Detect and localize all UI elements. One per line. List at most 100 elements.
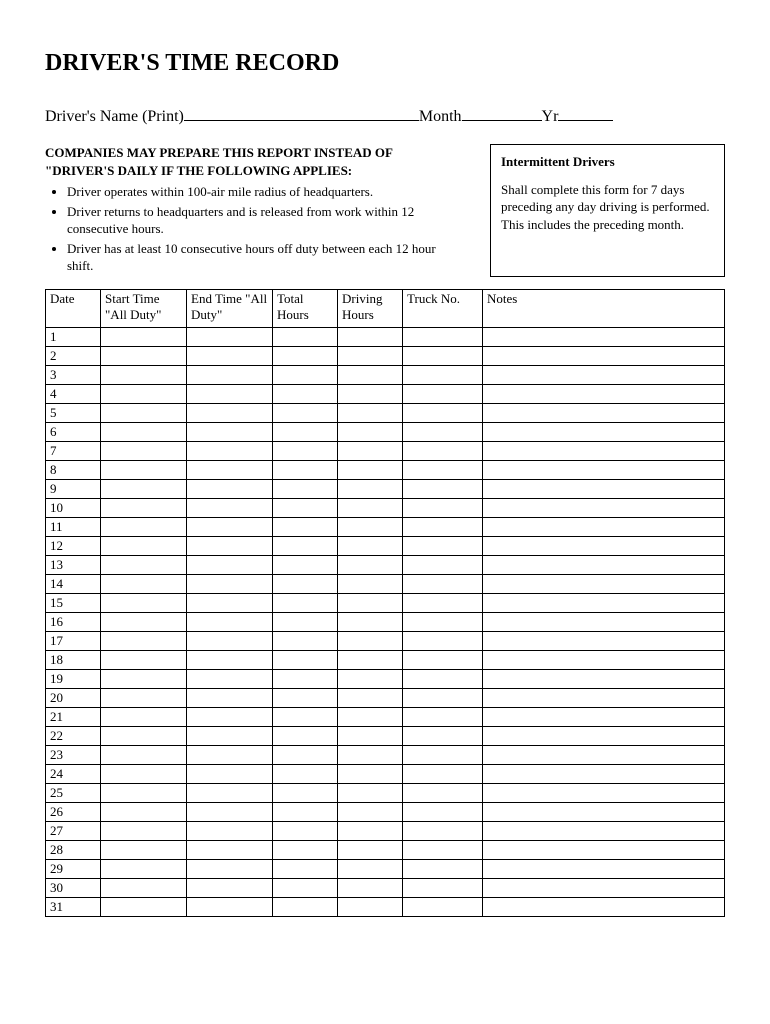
- data-cell[interactable]: [403, 574, 483, 593]
- data-cell[interactable]: [338, 631, 403, 650]
- data-cell[interactable]: [187, 840, 273, 859]
- data-cell[interactable]: [101, 650, 187, 669]
- data-cell[interactable]: [273, 821, 338, 840]
- data-cell[interactable]: [483, 650, 725, 669]
- data-cell[interactable]: [187, 688, 273, 707]
- name-input[interactable]: [184, 105, 419, 121]
- date-cell[interactable]: 5: [46, 403, 101, 422]
- data-cell[interactable]: [187, 365, 273, 384]
- data-cell[interactable]: [483, 460, 725, 479]
- data-cell[interactable]: [338, 441, 403, 460]
- data-cell[interactable]: [403, 536, 483, 555]
- data-cell[interactable]: [187, 802, 273, 821]
- data-cell[interactable]: [101, 631, 187, 650]
- data-cell[interactable]: [101, 441, 187, 460]
- data-cell[interactable]: [403, 593, 483, 612]
- data-cell[interactable]: [403, 878, 483, 897]
- data-cell[interactable]: [273, 346, 338, 365]
- date-cell[interactable]: 14: [46, 574, 101, 593]
- data-cell[interactable]: [403, 422, 483, 441]
- data-cell[interactable]: [273, 783, 338, 802]
- data-cell[interactable]: [273, 479, 338, 498]
- data-cell[interactable]: [273, 878, 338, 897]
- data-cell[interactable]: [483, 422, 725, 441]
- data-cell[interactable]: [187, 479, 273, 498]
- date-cell[interactable]: 22: [46, 726, 101, 745]
- date-cell[interactable]: 30: [46, 878, 101, 897]
- data-cell[interactable]: [187, 460, 273, 479]
- data-cell[interactable]: [273, 840, 338, 859]
- data-cell[interactable]: [273, 688, 338, 707]
- data-cell[interactable]: [338, 517, 403, 536]
- data-cell[interactable]: [187, 669, 273, 688]
- data-cell[interactable]: [187, 726, 273, 745]
- data-cell[interactable]: [483, 726, 725, 745]
- date-cell[interactable]: 1: [46, 327, 101, 346]
- data-cell[interactable]: [101, 669, 187, 688]
- date-cell[interactable]: 28: [46, 840, 101, 859]
- data-cell[interactable]: [187, 517, 273, 536]
- date-cell[interactable]: 9: [46, 479, 101, 498]
- data-cell[interactable]: [273, 726, 338, 745]
- data-cell[interactable]: [483, 631, 725, 650]
- data-cell[interactable]: [403, 555, 483, 574]
- data-cell[interactable]: [338, 346, 403, 365]
- data-cell[interactable]: [273, 460, 338, 479]
- date-cell[interactable]: 25: [46, 783, 101, 802]
- data-cell[interactable]: [403, 859, 483, 878]
- data-cell[interactable]: [273, 593, 338, 612]
- data-cell[interactable]: [338, 745, 403, 764]
- data-cell[interactable]: [338, 802, 403, 821]
- data-cell[interactable]: [338, 612, 403, 631]
- data-cell[interactable]: [101, 555, 187, 574]
- data-cell[interactable]: [101, 536, 187, 555]
- date-cell[interactable]: 12: [46, 536, 101, 555]
- data-cell[interactable]: [483, 593, 725, 612]
- data-cell[interactable]: [187, 346, 273, 365]
- data-cell[interactable]: [483, 346, 725, 365]
- data-cell[interactable]: [403, 460, 483, 479]
- data-cell[interactable]: [273, 384, 338, 403]
- data-cell[interactable]: [187, 327, 273, 346]
- data-cell[interactable]: [273, 650, 338, 669]
- data-cell[interactable]: [338, 764, 403, 783]
- data-cell[interactable]: [101, 593, 187, 612]
- data-cell[interactable]: [187, 555, 273, 574]
- date-cell[interactable]: 10: [46, 498, 101, 517]
- date-cell[interactable]: 13: [46, 555, 101, 574]
- data-cell[interactable]: [403, 403, 483, 422]
- data-cell[interactable]: [273, 555, 338, 574]
- data-cell[interactable]: [273, 441, 338, 460]
- data-cell[interactable]: [338, 403, 403, 422]
- date-cell[interactable]: 8: [46, 460, 101, 479]
- data-cell[interactable]: [273, 669, 338, 688]
- data-cell[interactable]: [483, 802, 725, 821]
- data-cell[interactable]: [273, 764, 338, 783]
- data-cell[interactable]: [403, 840, 483, 859]
- data-cell[interactable]: [338, 878, 403, 897]
- data-cell[interactable]: [483, 536, 725, 555]
- data-cell[interactable]: [403, 764, 483, 783]
- data-cell[interactable]: [338, 897, 403, 916]
- data-cell[interactable]: [101, 460, 187, 479]
- data-cell[interactable]: [101, 802, 187, 821]
- data-cell[interactable]: [101, 498, 187, 517]
- data-cell[interactable]: [403, 346, 483, 365]
- data-cell[interactable]: [338, 859, 403, 878]
- data-cell[interactable]: [403, 802, 483, 821]
- data-cell[interactable]: [187, 384, 273, 403]
- data-cell[interactable]: [483, 384, 725, 403]
- data-cell[interactable]: [338, 707, 403, 726]
- date-cell[interactable]: 2: [46, 346, 101, 365]
- data-cell[interactable]: [101, 859, 187, 878]
- date-cell[interactable]: 4: [46, 384, 101, 403]
- data-cell[interactable]: [273, 536, 338, 555]
- data-cell[interactable]: [483, 517, 725, 536]
- data-cell[interactable]: [403, 631, 483, 650]
- data-cell[interactable]: [273, 859, 338, 878]
- data-cell[interactable]: [187, 707, 273, 726]
- data-cell[interactable]: [187, 403, 273, 422]
- data-cell[interactable]: [483, 745, 725, 764]
- data-cell[interactable]: [338, 574, 403, 593]
- data-cell[interactable]: [338, 460, 403, 479]
